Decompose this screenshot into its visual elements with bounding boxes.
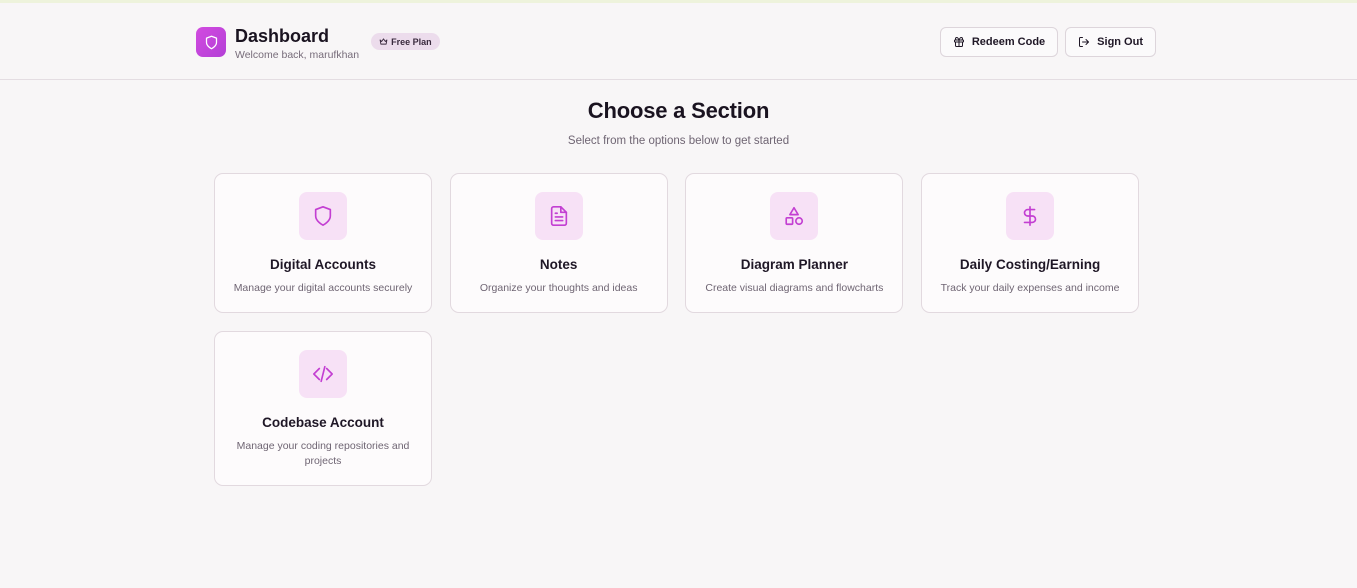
header-actions: Redeem Code Sign Out [939, 27, 1156, 57]
shapes-icon [785, 206, 804, 226]
welcome-text: Welcome back, marufkhan [235, 49, 360, 61]
shield-icon [205, 35, 217, 49]
gift-icon [953, 37, 964, 47]
page-title: Dashboard [235, 26, 330, 46]
sign-out-button[interactable]: Sign Out [1065, 27, 1156, 57]
card-icon-box [770, 192, 819, 240]
section-subtitle: Select from the options below to get sta… [567, 135, 790, 147]
shield-icon [314, 206, 332, 226]
redeem-code-button[interactable]: Redeem Code [939, 27, 1059, 57]
section-heading: Choose a Section Select from the options… [0, 98, 1357, 147]
card-icon-box [1006, 192, 1055, 240]
card-title: Digital Accounts [269, 257, 376, 272]
card-daily-costing-earning[interactable]: Daily Costing/Earning Track your daily e… [921, 173, 1140, 313]
card-title: Codebase Account [262, 415, 384, 430]
section-title: Choose a Section [587, 98, 770, 123]
card-description: Create visual diagrams and flowcharts [705, 282, 884, 294]
brand: Dashboard Welcome back, marufkhan Free P… [196, 26, 440, 61]
redeem-code-label: Redeem Code [971, 36, 1046, 48]
card-icon-box [534, 192, 583, 240]
plan-badge-label: Free Plan [391, 36, 432, 47]
card-icon-box [299, 192, 347, 240]
card-digital-accounts[interactable]: Digital Accounts Manage your digital acc… [214, 173, 432, 313]
card-description: Track your daily expenses and income [940, 282, 1120, 294]
card-notes[interactable]: Notes Organize your thoughts and ideas [449, 173, 668, 313]
card-description: Organize your thoughts and ideas [479, 282, 638, 294]
card-title: Notes [539, 257, 578, 272]
code-icon [313, 365, 333, 383]
sign-out-label: Sign Out [1097, 36, 1143, 48]
section-grid: Digital Accounts Manage your digital acc… [214, 173, 1140, 486]
card-title: Daily Costing/Earning [959, 257, 1101, 272]
file-text-icon [550, 206, 567, 226]
plan-badge: Free Plan [371, 33, 440, 50]
dollar-icon [1023, 206, 1037, 226]
app-header: Dashboard Welcome back, marufkhan Free P… [0, 3, 1357, 80]
card-codebase-account[interactable]: Codebase Account Manage your coding repo… [214, 331, 432, 486]
card-description: Manage your digital accounts securely [233, 282, 413, 294]
card-diagram-planner[interactable]: Diagram Planner Create visual diagrams a… [685, 173, 904, 313]
log-out-icon [1079, 37, 1090, 47]
card-description: Manage your coding repositories and proj… [236, 440, 410, 467]
brand-logo [196, 27, 226, 57]
crown-icon [379, 38, 388, 45]
card-icon-box [299, 350, 347, 398]
card-title: Diagram Planner [740, 257, 849, 272]
